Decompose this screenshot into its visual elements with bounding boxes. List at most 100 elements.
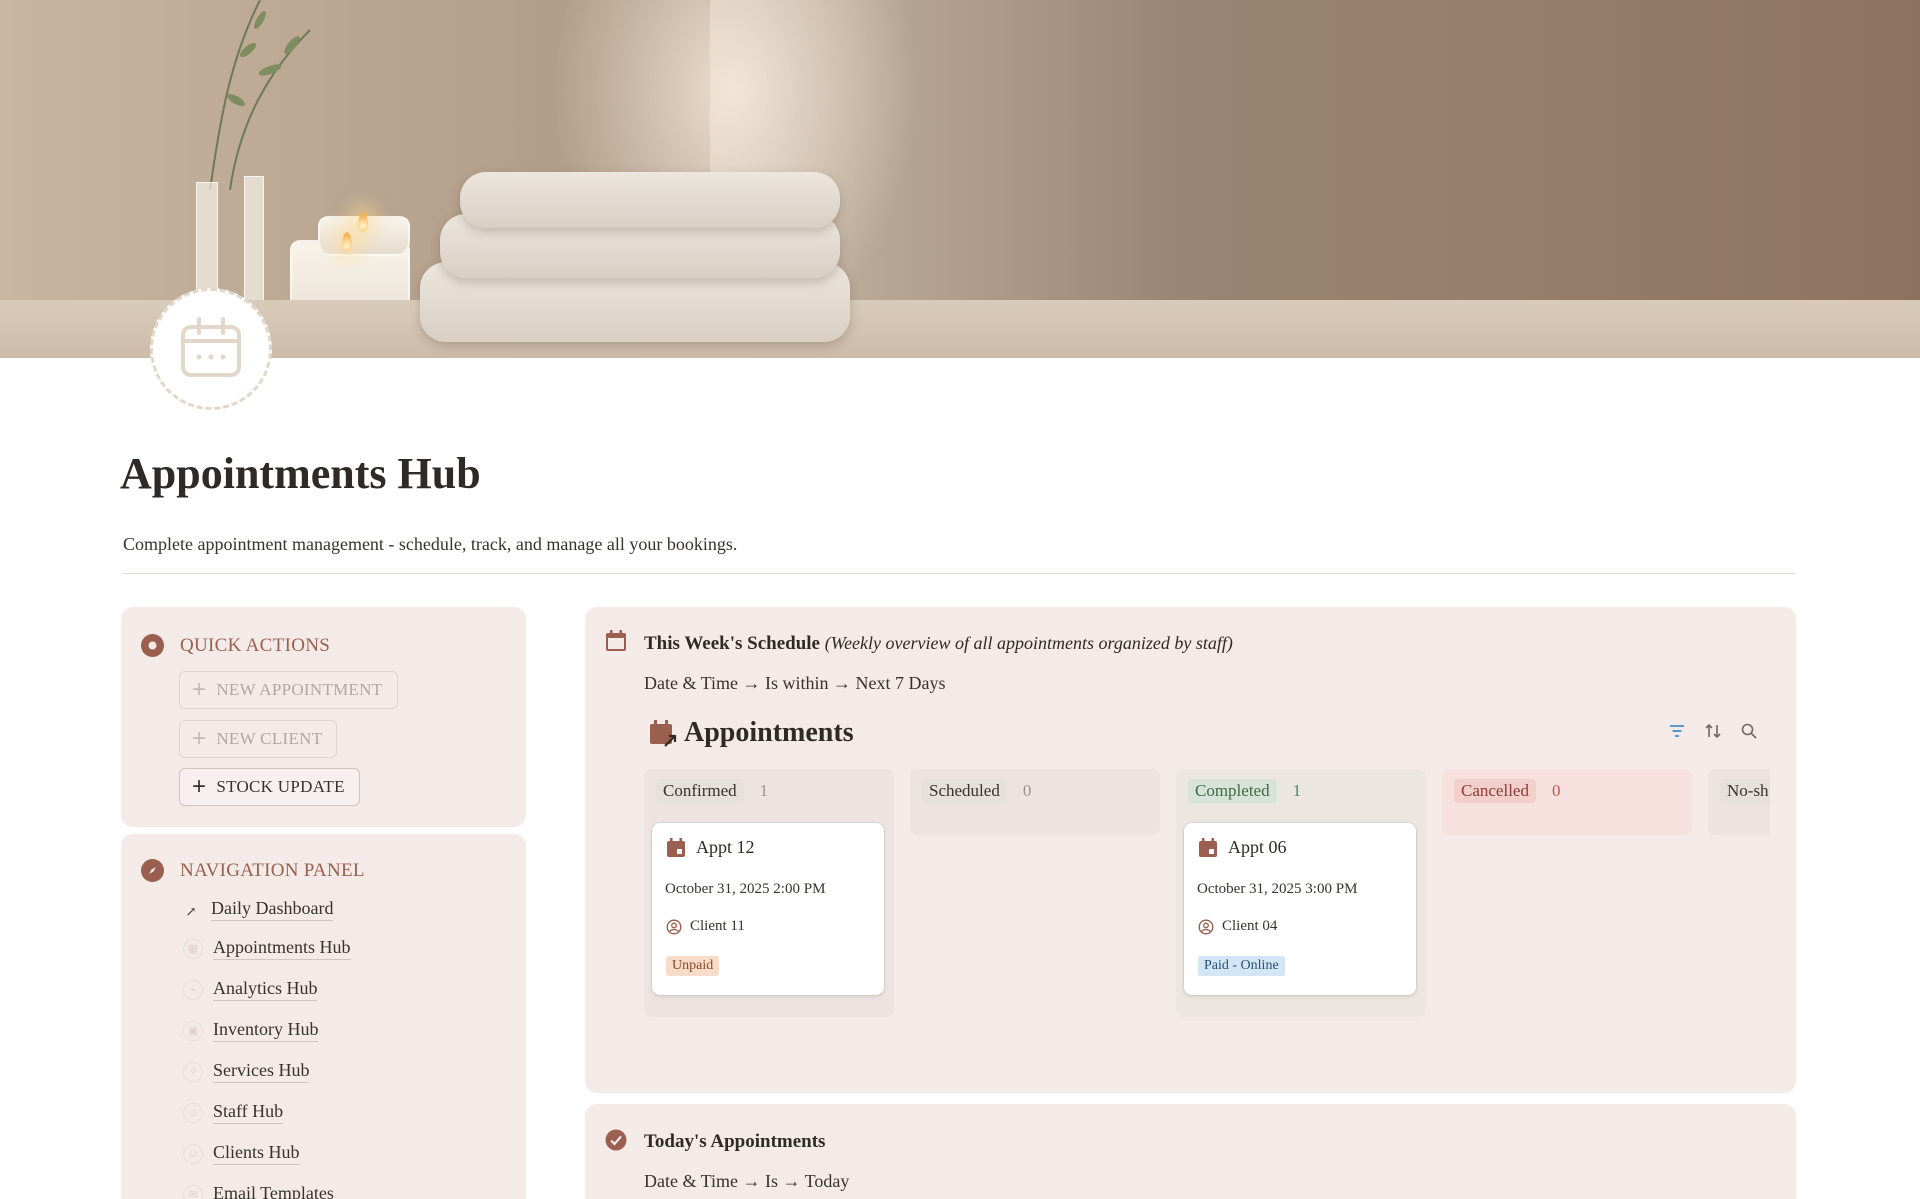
nav-item-clients-hub[interactable]: ☺ Clients Hub xyxy=(183,1142,300,1165)
nav-item-label: Staff Hub xyxy=(213,1101,284,1124)
navigation-header: NAVIGATION PANEL xyxy=(141,859,365,882)
column-count: 1 xyxy=(759,781,769,800)
person-icon: ☺ xyxy=(183,1143,203,1164)
status-tag: Confirmed xyxy=(656,779,744,803)
sort-icon[interactable] xyxy=(1704,722,1722,740)
divider xyxy=(122,573,1796,574)
cover-shelf xyxy=(0,300,1920,358)
calendar-icon xyxy=(606,630,626,651)
nav-item-analytics-hub[interactable]: ⌁ Analytics Hub xyxy=(183,978,318,1001)
nav-item-email-templates[interactable]: ✉ Email Templates xyxy=(183,1183,334,1199)
page-title: Appointments Hub xyxy=(120,449,481,498)
people-icon: ☺ xyxy=(183,1102,203,1123)
weekly-schedule-title: This Week's Schedule xyxy=(644,633,820,654)
card-title: Appt 06 xyxy=(1198,837,1287,858)
cover-image xyxy=(0,0,1920,358)
filter-icon[interactable] xyxy=(1668,722,1686,740)
card-client: Client 11 xyxy=(666,918,745,935)
linked-calendar-icon xyxy=(650,720,677,747)
chart-icon: ⌁ xyxy=(183,979,203,1000)
column-header[interactable]: Scheduled 0 xyxy=(922,779,1031,803)
card-date: October 31, 2025 3:00 PM xyxy=(1197,881,1358,897)
client-name: Client 04 xyxy=(1222,918,1278,934)
status-tag: No-sh xyxy=(1720,779,1770,803)
column-header[interactable]: Completed 1 xyxy=(1188,779,1301,803)
board-column-cancelled: Cancelled 0 xyxy=(1442,769,1692,835)
nav-item-daily-dashboard[interactable]: ↗ Daily Dashboard xyxy=(181,898,334,921)
board-column-confirmed: Confirmed 1 Appt 12 October 31, 2025 2:0… xyxy=(644,769,894,1017)
nav-item-inventory-hub[interactable]: ▣ Inventory Hub xyxy=(183,1019,319,1042)
nav-item-label: Appointments Hub xyxy=(213,937,351,960)
check-circle-icon xyxy=(605,1129,627,1151)
today-title: Today's Appointments xyxy=(644,1131,826,1152)
candle-flame xyxy=(358,212,368,232)
payment-badge: Paid - Online xyxy=(1198,956,1285,976)
appointment-card[interactable]: Appt 12 October 31, 2025 2:00 PM Client … xyxy=(652,823,884,995)
calendar-icon xyxy=(1199,837,1217,857)
database-title-label: Appointments xyxy=(684,717,854,748)
towel xyxy=(460,172,840,228)
database-title[interactable]: Appointments xyxy=(648,717,854,749)
card-client: Client 04 xyxy=(1198,918,1277,935)
card-name: Appt 12 xyxy=(696,837,755,857)
new-appointment-button[interactable]: + NEW APPOINTMENT xyxy=(179,671,398,709)
card-date: October 31, 2025 2:00 PM xyxy=(665,881,826,897)
button-label: STOCK UPDATE xyxy=(216,777,345,796)
weekly-schedule-panel: This Week's Schedule (Weekly overview of… xyxy=(585,607,1796,1093)
plant-stems xyxy=(209,0,311,190)
board-column-no-show: No-sh xyxy=(1708,769,1770,835)
kanban-board: Confirmed 1 Appt 12 October 31, 2025 2:0… xyxy=(644,769,1770,1029)
navigation-title: NAVIGATION PANEL xyxy=(180,859,365,881)
box-icon: ▣ xyxy=(183,1020,203,1041)
appointment-card[interactable]: Appt 06 October 31, 2025 3:00 PM Client … xyxy=(1184,823,1416,995)
quick-actions-title: QUICK ACTIONS xyxy=(180,634,331,656)
card-title: Appt 12 xyxy=(666,837,755,858)
calendar-icon xyxy=(181,317,241,377)
link-arrow-icon: ↗ xyxy=(185,903,197,919)
plus-icon: + xyxy=(192,725,207,752)
today-filter-text: Date & Time → Is → Today xyxy=(644,1171,850,1191)
nav-item-label: Analytics Hub xyxy=(213,978,318,1001)
nav-item-label: Email Templates xyxy=(213,1183,334,1199)
button-label: NEW CLIENT xyxy=(216,729,323,748)
new-client-button[interactable]: + NEW CLIENT xyxy=(179,720,338,758)
column-header[interactable]: Confirmed 1 xyxy=(656,779,768,803)
sparkle-icon: ✧ xyxy=(183,1061,203,1082)
card-name: Appt 06 xyxy=(1228,837,1287,857)
quick-actions-header: QUICK ACTIONS xyxy=(141,634,330,657)
weekly-schedule-title-row: This Week's Schedule (Weekly overview of… xyxy=(644,633,1233,655)
board-column-scheduled: Scheduled 0 xyxy=(910,769,1160,835)
nav-item-staff-hub[interactable]: ☺ Staff Hub xyxy=(183,1101,284,1124)
calendar-icon: ▦ xyxy=(183,938,203,959)
calendar-icon xyxy=(667,837,685,857)
nav-item-label: Clients Hub xyxy=(213,1142,300,1165)
column-count: 0 xyxy=(1551,781,1561,800)
payment-badge: Unpaid xyxy=(666,956,720,976)
board-column-completed: Completed 1 Appt 06 October 31, 2025 3:0… xyxy=(1176,769,1426,1017)
plus-icon: + xyxy=(192,773,207,800)
quick-actions-panel: QUICK ACTIONS + NEW APPOINTMENT + NEW CL… xyxy=(121,607,526,827)
status-tag: Scheduled xyxy=(922,779,1007,803)
nav-item-appointments-hub[interactable]: ▦ Appointments Hub xyxy=(183,937,351,960)
column-header[interactable]: Cancelled 0 xyxy=(1454,779,1560,803)
page-calendar-icon[interactable] xyxy=(150,288,272,410)
nav-item-label: Services Hub xyxy=(213,1060,310,1083)
compass-icon xyxy=(141,859,164,882)
nav-item-services-hub[interactable]: ✧ Services Hub xyxy=(183,1060,310,1083)
person-circle-icon xyxy=(1198,918,1214,935)
weekly-filter-text: Date & Time → Is within → Next 7 Days xyxy=(644,673,946,693)
column-header[interactable]: No-sh xyxy=(1720,779,1770,803)
navigation-panel: NAVIGATION PANEL ↗ Daily Dashboard ▦ App… xyxy=(121,834,526,1199)
mail-icon: ✉ xyxy=(183,1184,203,1199)
client-name: Client 11 xyxy=(690,918,745,934)
page-description: Complete appointment management - schedu… xyxy=(123,534,738,554)
today-appointments-panel: Today's Appointments Date & Time → Is → … xyxy=(585,1104,1796,1199)
person-circle-icon xyxy=(666,918,682,935)
button-label: NEW APPOINTMENT xyxy=(216,680,383,699)
stock-update-button[interactable]: + STOCK UPDATE xyxy=(179,768,360,806)
database-toolbar xyxy=(1668,722,1758,740)
search-icon[interactable] xyxy=(1740,722,1758,740)
column-count: 0 xyxy=(1022,781,1032,800)
column-count: 1 xyxy=(1292,781,1302,800)
today-title-row: Today's Appointments xyxy=(644,1131,825,1153)
